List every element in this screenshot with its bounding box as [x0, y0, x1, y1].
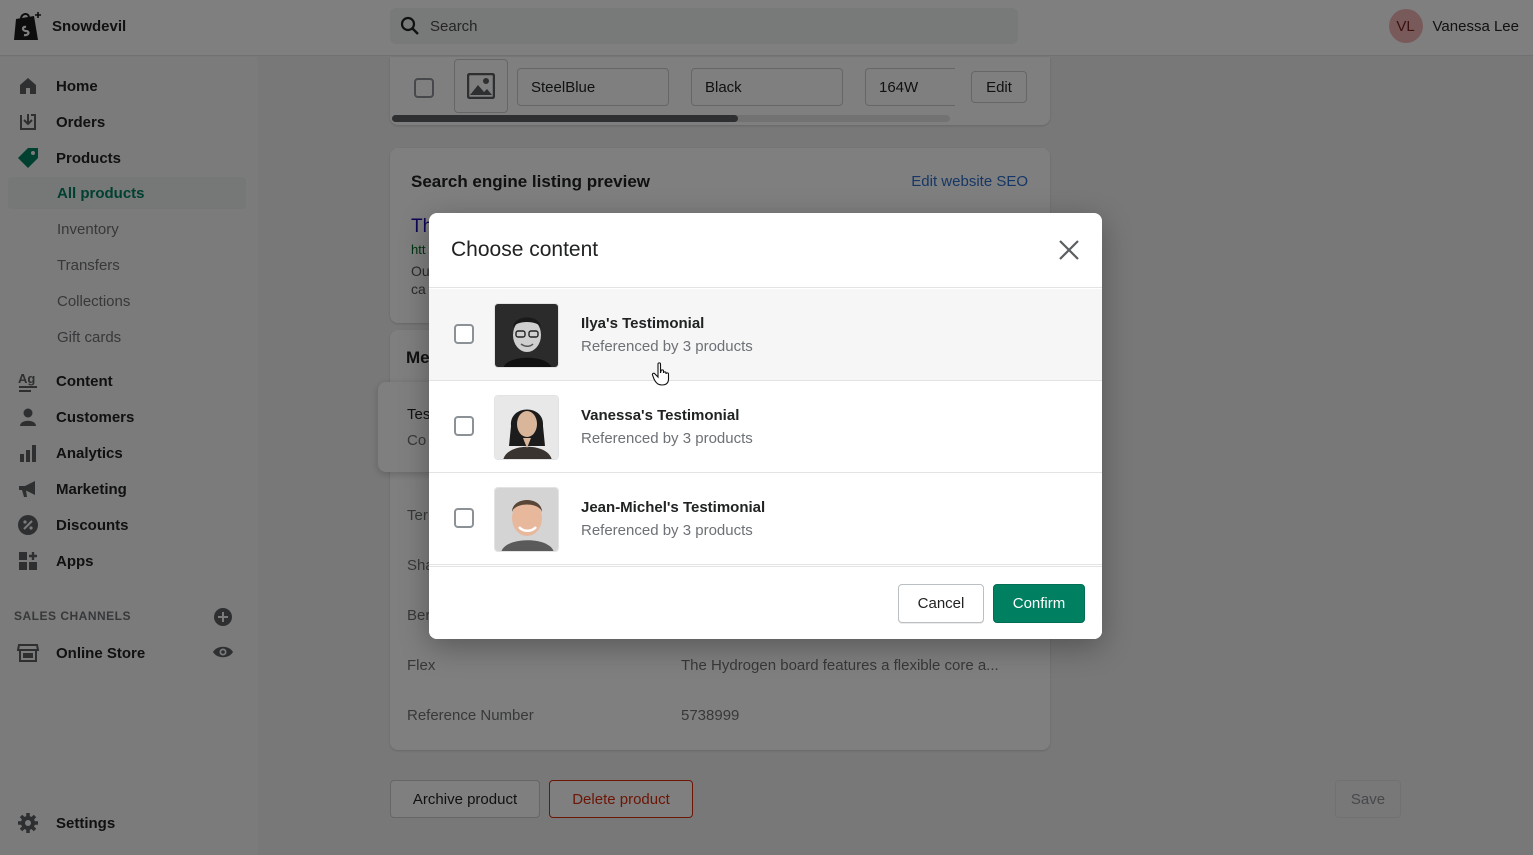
list-item[interactable]: Vanessa's Testimonial Referenced by 3 pr…: [429, 381, 1102, 473]
list-item[interactable]: Jean-Michel's Testimonial Referenced by …: [429, 473, 1102, 565]
item-checkbox[interactable]: [454, 416, 474, 436]
list-item[interactable]: Ilya's Testimonial Referenced by 3 produ…: [429, 289, 1102, 381]
testimonial-photo-vanessa: [494, 395, 559, 460]
item-subtitle: Referenced by 3 products: [581, 430, 753, 447]
item-title: Ilya's Testimonial: [581, 315, 705, 332]
modal-header: Choose content: [429, 213, 1102, 288]
modal-title: Choose content: [451, 238, 599, 261]
item-subtitle: Referenced by 3 products: [581, 522, 753, 539]
item-checkbox[interactable]: [454, 324, 474, 344]
confirm-button[interactable]: Confirm: [993, 584, 1085, 623]
item-checkbox[interactable]: [454, 508, 474, 528]
modal-footer: Cancel Confirm: [429, 566, 1102, 639]
item-subtitle: Referenced by 3 products: [581, 338, 753, 355]
choose-content-modal: Choose content Ilya's Testimonial Refere…: [429, 213, 1102, 639]
testimonial-photo-ilya: [494, 303, 559, 368]
cancel-button[interactable]: Cancel: [898, 584, 984, 623]
pointer-hand-icon: [651, 362, 670, 386]
item-title: Jean-Michel's Testimonial: [581, 499, 766, 516]
testimonial-photo-jean-michel: [494, 487, 559, 552]
close-icon[interactable]: [1056, 237, 1082, 263]
item-title: Vanessa's Testimonial: [581, 407, 740, 424]
